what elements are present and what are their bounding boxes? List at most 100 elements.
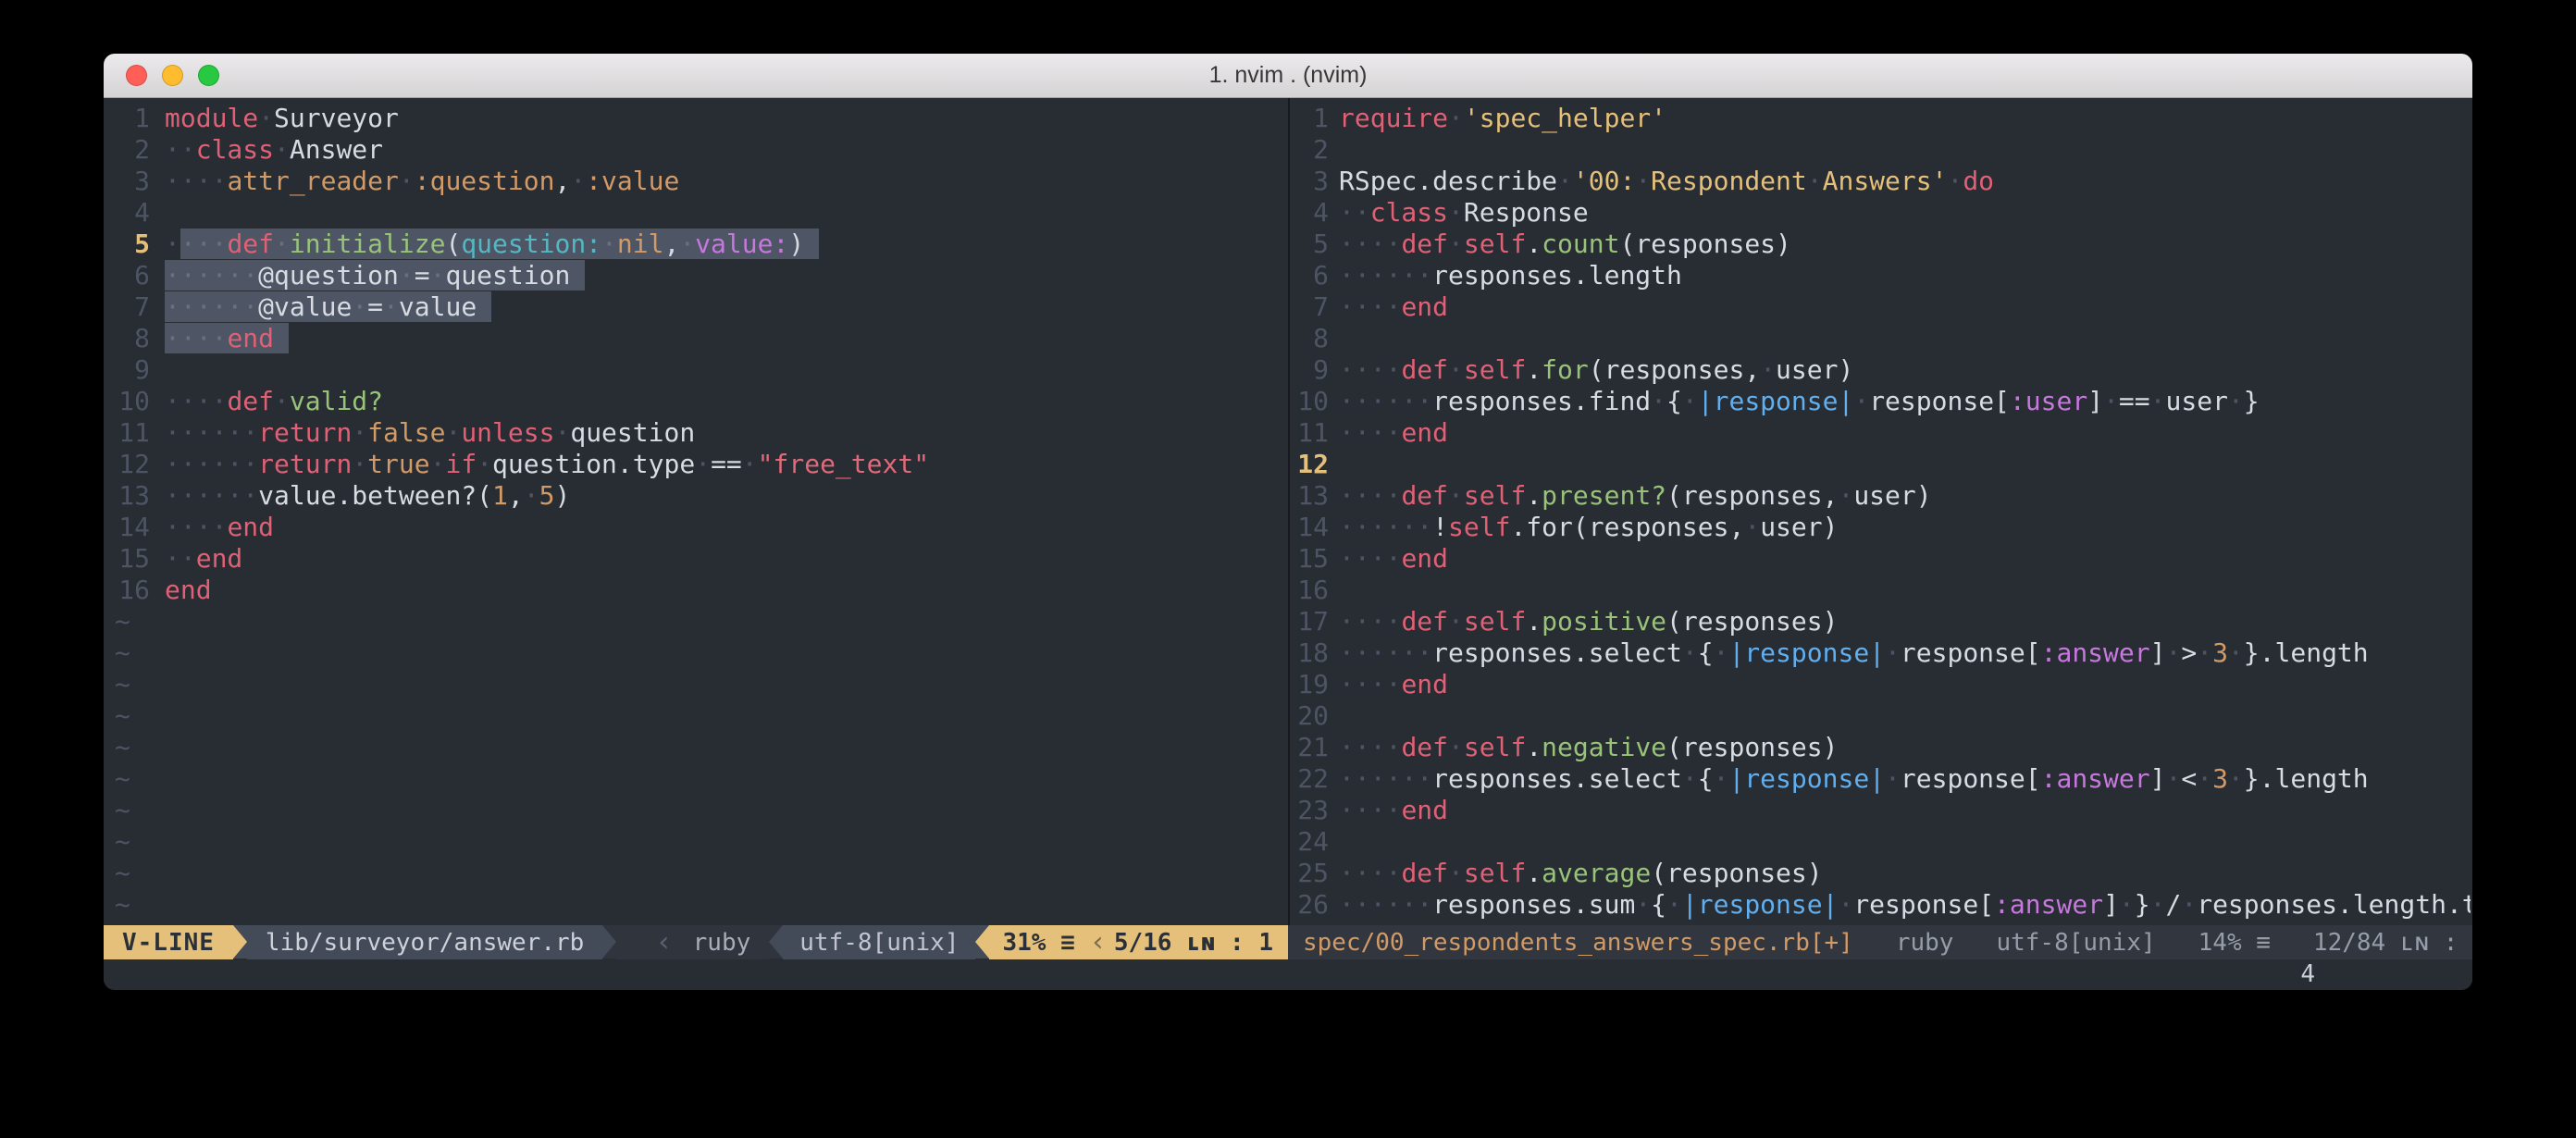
mode-indicator: V-LINE (104, 925, 233, 959)
code-line[interactable]: 24 (1290, 826, 2471, 858)
code-line[interactable]: 7····end (1290, 291, 2471, 323)
code-token: self (1464, 858, 1526, 888)
code-line[interactable]: 23····end (1290, 795, 2471, 826)
code-line[interactable]: 22······responses.select·{·|response|·re… (1290, 763, 2471, 795)
code-text: ······responses.select·{·|response|·resp… (1339, 637, 2369, 668)
code-line[interactable]: 7······@value·=·value (104, 291, 1288, 323)
code-line[interactable]: 10······responses.find·{·|response|·resp… (1290, 386, 2471, 417)
code-token: ·}.length (2228, 763, 2369, 794)
empty-line-indicator: ~ (104, 889, 1288, 921)
editor-pane-left[interactable]: 1module·Surveyor2··class·Answer3····attr… (104, 98, 1288, 925)
code-line[interactable]: 17····def·self.positive(responses) (1290, 606, 2471, 637)
line-number: 14 (1290, 512, 1329, 543)
code-line[interactable]: 5····def·self.count(responses) (1290, 229, 2471, 260)
code-token: · (1448, 732, 1464, 762)
code-line[interactable]: 9 (104, 354, 1288, 386)
whitespace-dot: · (2150, 889, 2166, 920)
whitespace-dot: · (399, 260, 415, 291)
code-text: ····def·self.average(responses) (1339, 858, 1823, 888)
whitespace-dot: · (1838, 889, 1853, 920)
code-line[interactable]: 8····end (104, 323, 1288, 354)
code-token: (responses) (1666, 732, 1838, 762)
whitespace-dot: · (399, 166, 415, 196)
code-token: ·· (1339, 197, 1370, 228)
code-line[interactable]: 16end (104, 575, 1288, 606)
line-number: 4 (104, 197, 150, 229)
empty-line-indicator: ~ (104, 606, 1288, 637)
editor-pane-right[interactable]: 1require·'spec_helper'23RSpec.describe·'… (1288, 98, 2471, 925)
code-line[interactable]: 4 (104, 197, 1288, 229)
whitespace-dot: · (1682, 637, 1698, 668)
whitespace-dot: · (1744, 512, 1760, 542)
code-line[interactable]: 15····end (1290, 543, 2471, 575)
code-line[interactable]: 11······return·false·unless·question (104, 417, 1288, 449)
close-button[interactable] (126, 65, 147, 86)
code-line[interactable]: 6······@question·=·question (104, 260, 1288, 291)
code-token: ··· (180, 229, 228, 259)
code-line[interactable]: 13······value.between?(1,·5) (104, 480, 1288, 512)
code-line[interactable]: 2 (1290, 134, 2471, 166)
whitespace-dot: ···· (1339, 543, 1401, 574)
whitespace-dot: · (570, 166, 586, 196)
scroll-percent: 31% ≡ (989, 925, 1087, 959)
whitespace-dot: · (274, 229, 290, 259)
code-text: ····attr_reader·:question,·:value (165, 166, 679, 196)
code-line[interactable]: 12······return·true·if·question.type·==·… (104, 449, 1288, 480)
code-line[interactable]: 21····def·self.negative(responses) (1290, 732, 2471, 763)
code-line[interactable]: 10····def·valid? (104, 386, 1288, 417)
code-token: ····attr_reader (165, 166, 399, 196)
whitespace-dot: ···· (1339, 417, 1401, 448)
code-token: self (1464, 732, 1526, 762)
code-token: end (1401, 291, 1448, 322)
code-line[interactable]: 19····end (1290, 669, 2471, 700)
code-line[interactable]: 2··class·Answer (104, 134, 1288, 166)
code-text: ··class·Answer (165, 134, 383, 165)
minimize-button[interactable] (162, 65, 183, 86)
code-line[interactable]: 8 (1290, 323, 2471, 354)
code-token: 5 (539, 480, 555, 511)
whitespace-dot: ···· (1339, 669, 1401, 699)
code-line[interactable]: 13····def·self.present?(responses,·user) (1290, 480, 2471, 512)
code-token: ) (788, 229, 804, 259)
code-line[interactable]: 26······responses.sum·{·|response|·respo… (1290, 889, 2471, 921)
thin-separator: ‹ (1088, 925, 1108, 959)
code-token: ]·>· (2150, 637, 2212, 668)
code-line[interactable]: 16 (1290, 575, 2471, 606)
code-token: ······responses.select·{· (1339, 637, 1728, 668)
code-line[interactable]: 3RSpec.describe·'00:·Respondent·Answers'… (1290, 166, 2471, 197)
code-text: ··end (165, 543, 242, 574)
whitespace-dot: · (742, 449, 758, 479)
code-line[interactable]: 14······!self.for(responses,·user) (1290, 512, 2471, 543)
whitespace-dot: · (352, 291, 367, 322)
code-line[interactable]: 14 ····end (104, 512, 1288, 543)
code-line[interactable]: 18······responses.select·{·|response|·re… (1290, 637, 2471, 669)
line-number: 14 (104, 512, 150, 543)
code-text: require·'spec_helper' (1339, 103, 1666, 133)
code-line[interactable]: 4··class·Response (1290, 197, 2471, 229)
command-line[interactable]: 4 (104, 959, 2472, 989)
code-line[interactable]: 5····def·initialize(question:·nil,·value… (104, 229, 1288, 260)
code-line[interactable]: 1module·Surveyor (104, 103, 1288, 134)
code-line[interactable]: 9····def·self.for(responses,·user) (1290, 354, 2471, 386)
code-line[interactable]: 12 (1290, 449, 2471, 480)
code-text: ······responses.find·{·|response|·respon… (1339, 386, 2260, 416)
code-line[interactable]: 20 (1290, 700, 2471, 732)
titlebar[interactable]: 1. nvim . (nvim) (104, 54, 2472, 98)
code-line[interactable]: 6······responses.length (1290, 260, 2471, 291)
code-line[interactable]: 15··end (104, 543, 1288, 575)
whitespace-dot: · (1448, 229, 1464, 259)
code-line[interactable]: 1require·'spec_helper' (1290, 103, 2471, 134)
line-number: 5 (104, 229, 150, 260)
code-line[interactable]: 11····end (1290, 417, 2471, 449)
code-token: ······ (165, 417, 258, 448)
code-token: ·valid? (274, 386, 383, 416)
whitespace-dot: ······ (165, 449, 258, 479)
line-number: 1 (104, 103, 150, 134)
code-line[interactable]: 3····attr_reader·:question,·:value (104, 166, 1288, 197)
code-token: average (1542, 858, 1651, 888)
zoom-button[interactable] (198, 65, 219, 86)
whitespace-dot: · (1448, 480, 1464, 511)
whitespace-dot: · (2197, 763, 2212, 794)
code-line[interactable]: 25····def·self.average(responses) (1290, 858, 2471, 889)
code-text: ····end (165, 512, 274, 542)
